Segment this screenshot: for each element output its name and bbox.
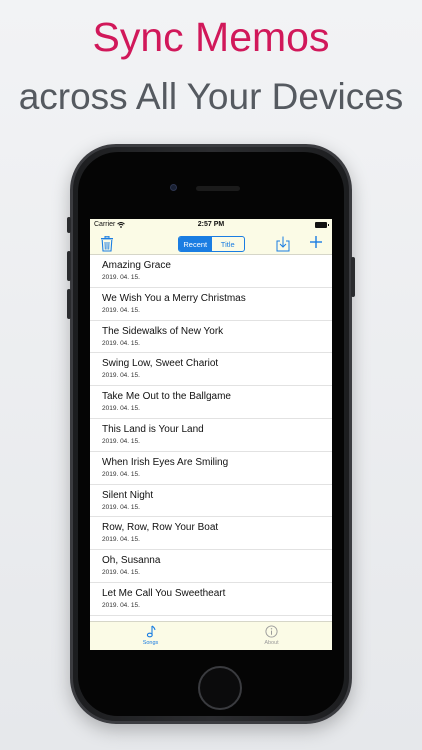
list-item[interactable]: We Wish You a Merry Christmas 2019. 04. 1…	[90, 288, 332, 321]
sort-segmented-control: Recent Title	[178, 236, 245, 252]
song-date: 2019. 04. 15.	[102, 569, 140, 577]
earpiece-speaker	[196, 186, 240, 191]
app-screen: Carrier 2:57 PM Recent Title Amazing Gra…	[90, 219, 332, 650]
tab-about[interactable]: About	[211, 622, 332, 650]
song-title: Amazing Grace	[102, 260, 171, 271]
volume-up-button	[67, 251, 71, 281]
song-title: Take Me Out to the Ballgame	[102, 391, 231, 403]
plus-icon	[310, 236, 322, 248]
list-item[interactable]: Swing Low, Sweet Chariot 2019. 04. 15.	[90, 353, 332, 387]
volume-down-button	[67, 289, 71, 319]
song-title: We Wish You a Merry Christmas	[102, 292, 246, 304]
song-title: When Irish Eyes Are Smiling	[102, 456, 229, 468]
song-date: 2019. 04. 15.	[102, 601, 140, 609]
navigation-area: Carrier 2:57 PM Recent Title	[90, 219, 332, 255]
song-date: 2019. 04. 15.	[102, 503, 140, 511]
list-item[interactable]: Let Me Call You Sweetheart 2019. 04. 15.	[90, 583, 332, 616]
front-camera	[170, 184, 177, 191]
trash-icon[interactable]	[100, 235, 116, 252]
song-title: Silent Night	[102, 489, 154, 501]
song-title: This Land is Your Land	[102, 423, 204, 435]
list-item[interactable]: Take Me Out to the Ballgame 2019. 04. 15.	[90, 386, 332, 419]
song-date: 2019. 04. 15.	[102, 437, 140, 445]
segment-title[interactable]: Title	[212, 237, 245, 251]
song-title: The Sidewalks of New York	[102, 325, 224, 337]
song-date: 2019. 04. 15.	[102, 274, 140, 281]
list-item[interactable]: When Irish Eyes Are Smiling 2019. 04. 15.	[90, 452, 332, 485]
tab-about-label: About	[264, 640, 279, 646]
add-memo-button[interactable]	[308, 235, 324, 251]
headline-subtitle: across All Your Devices	[18, 76, 404, 117]
segment-recent[interactable]: Recent	[179, 237, 212, 251]
song-list: Amazing Grace 2019. 04. 15. We Wish You a…	[90, 255, 332, 621]
list-item[interactable]: Oh, Susanna 2019. 04. 15.	[90, 550, 332, 583]
song-title: Swing Low, Sweet Chariot	[102, 358, 219, 370]
status-bar: Carrier 2:57 PM	[90, 219, 332, 231]
battery-icon	[315, 222, 329, 228]
download-icon[interactable]	[276, 236, 292, 252]
tab-bar: Songs About	[90, 621, 332, 650]
tab-songs-label: Songs	[142, 640, 159, 646]
status-time: 2:57 PM	[197, 221, 225, 228]
list-item[interactable]: Amazing Grace 2019. 04. 15.	[90, 255, 332, 288]
list-item[interactable]: The Sidewalks of New York 2019. 04. 15.	[90, 321, 332, 354]
list-item[interactable]: This Land is Your Land 2019. 04. 15.	[90, 419, 332, 452]
list-item[interactable]: Row, Row, Row Your Boat 2019. 04. 15.	[90, 517, 332, 551]
song-date: 2019. 04. 15.	[102, 339, 140, 347]
song-date: 2019. 04. 15.	[102, 470, 140, 478]
song-date: 2019. 04. 15.	[102, 536, 140, 544]
toolbar: Recent Title	[90, 231, 332, 255]
song-date: 2019. 04. 15.	[102, 405, 140, 413]
song-title: Row, Row, Row Your Boat	[102, 522, 219, 534]
headline-title: Sync Memos	[92, 14, 330, 60]
list-item[interactable]: Silent Night 2019. 04. 15.	[90, 485, 332, 518]
info-icon	[265, 625, 278, 638]
music-note-icon	[146, 625, 156, 638]
song-date: 2019. 04. 15.	[102, 306, 140, 314]
song-date: 2019. 04. 15.	[102, 372, 140, 380]
song-title: Let Me Call You Sweetheart	[102, 587, 226, 599]
tab-songs[interactable]: Songs	[90, 622, 211, 650]
song-title: Oh, Susanna	[102, 555, 161, 567]
power-button	[351, 257, 355, 297]
mute-switch	[67, 217, 71, 233]
home-button	[198, 666, 242, 710]
